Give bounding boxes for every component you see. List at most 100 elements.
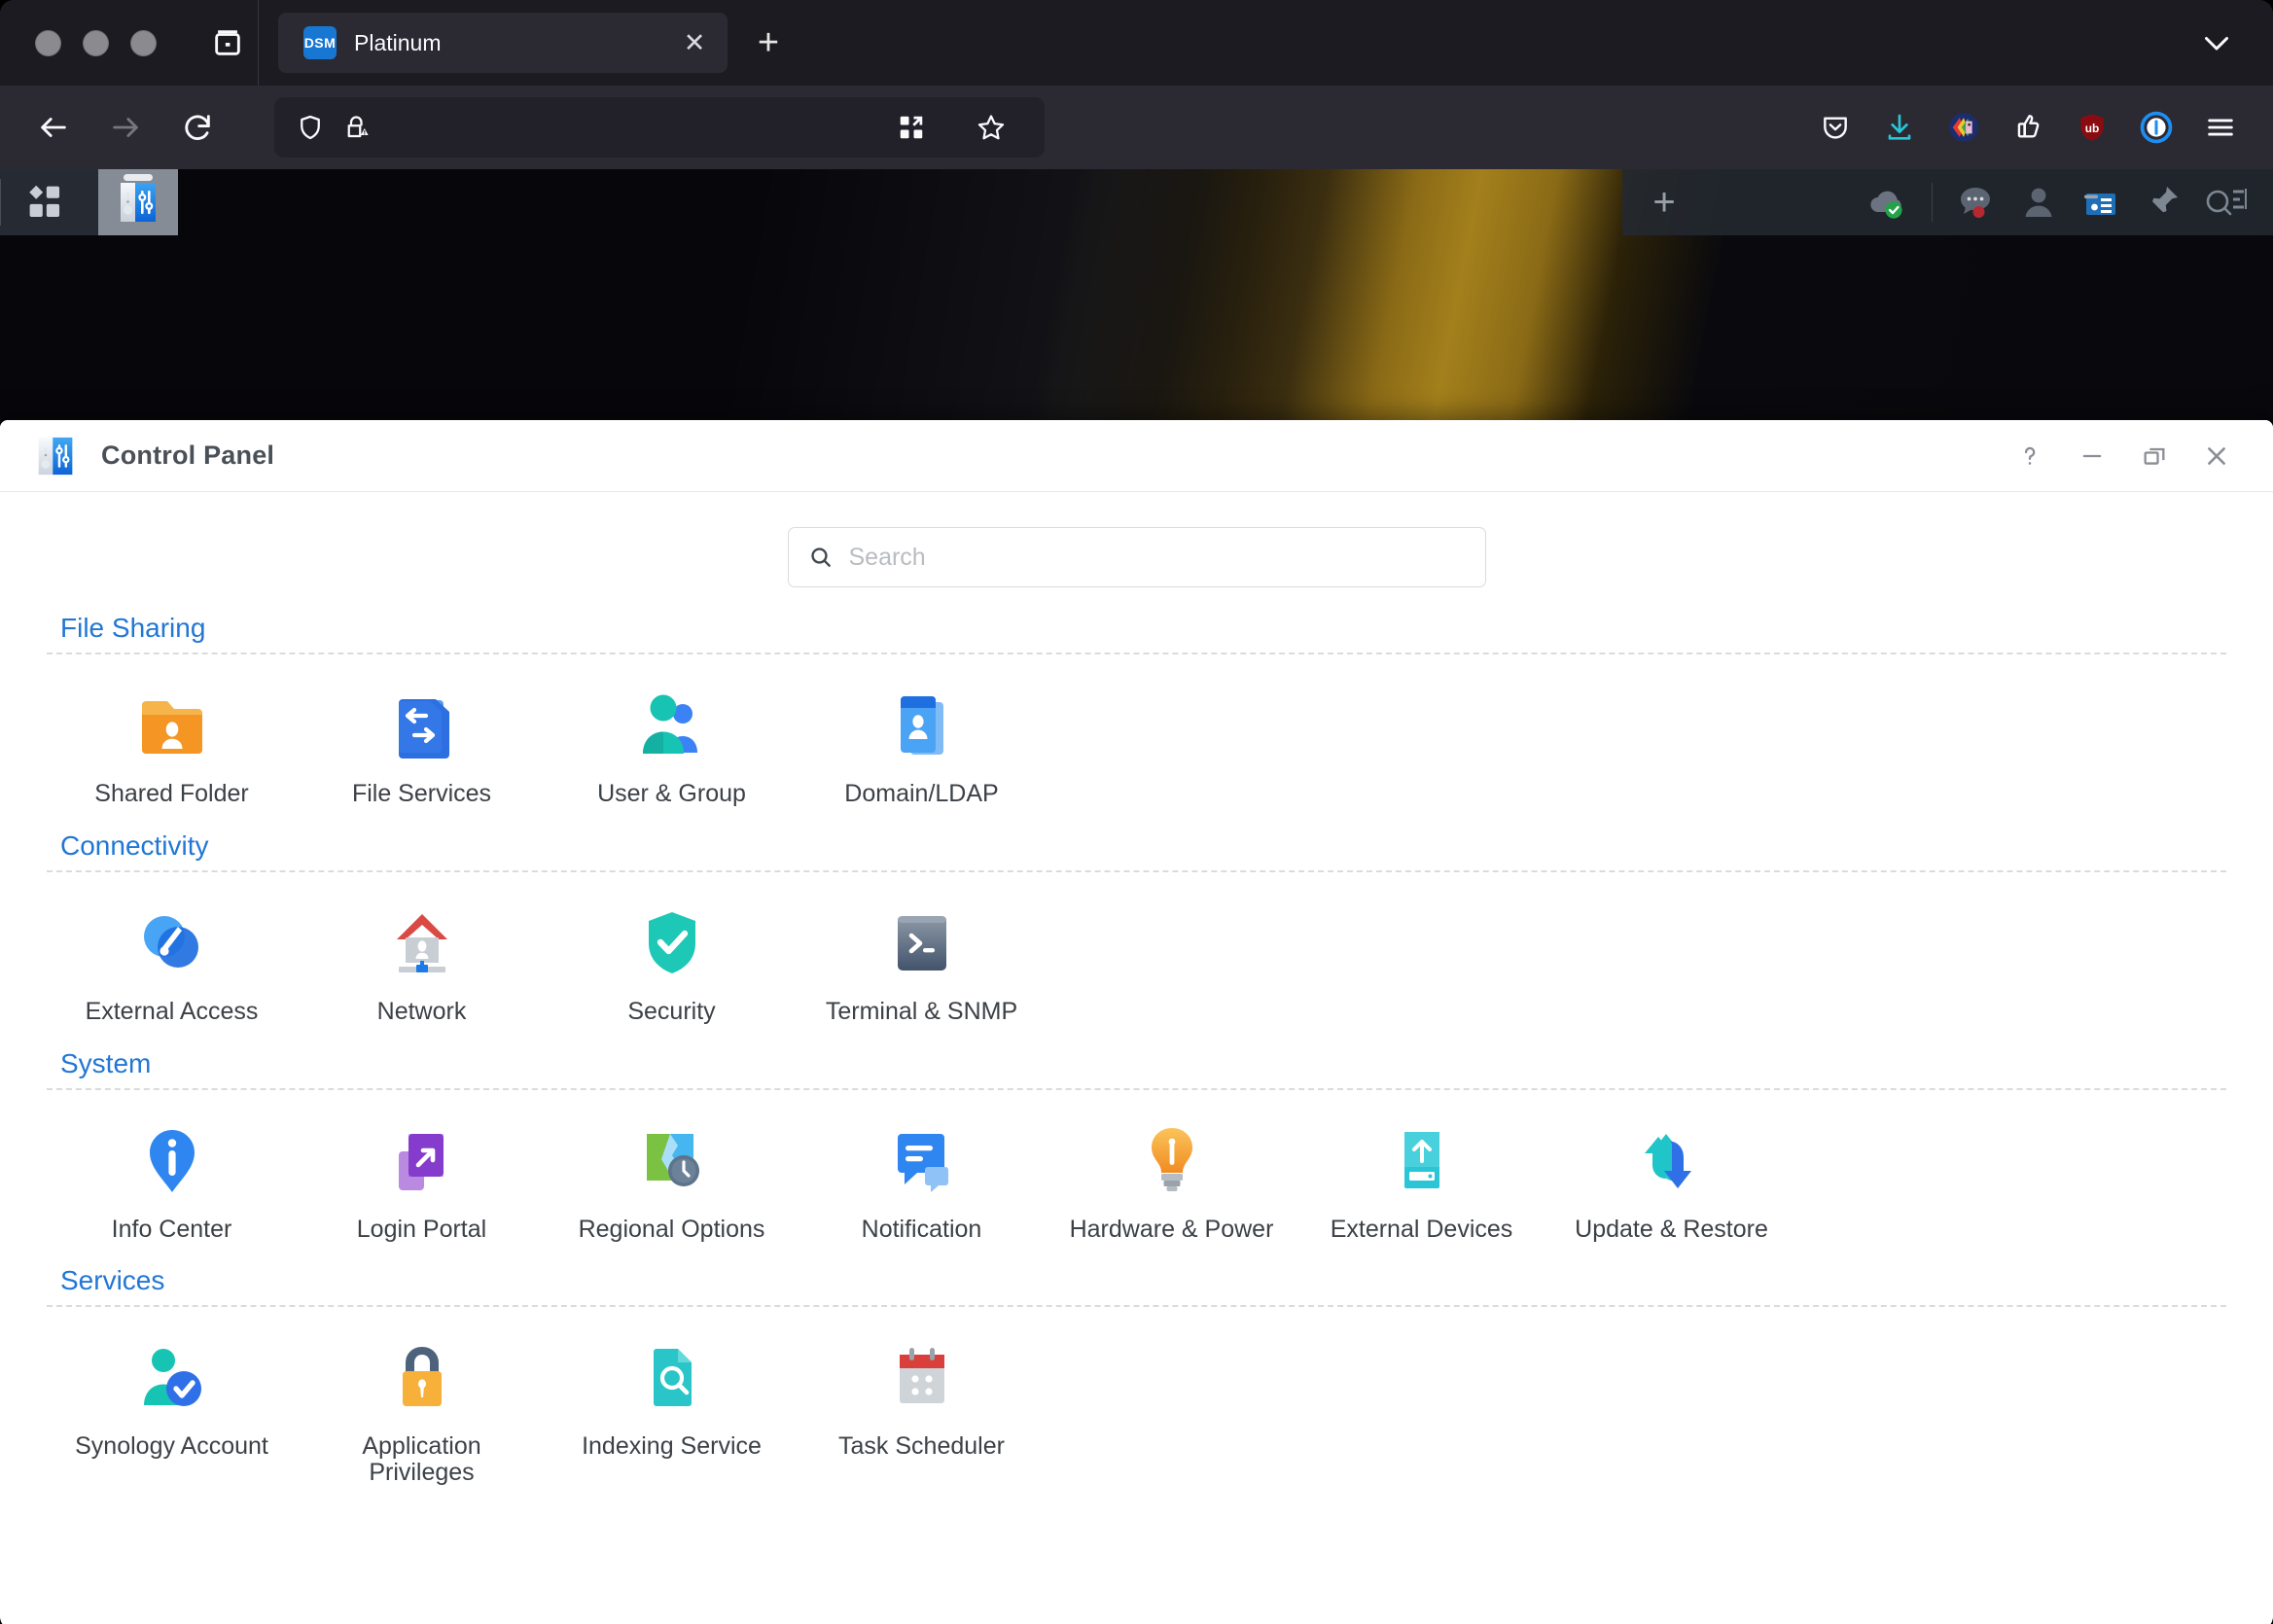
control-panel-icon (35, 436, 76, 477)
zoom-window-button[interactable] (130, 30, 157, 56)
control-panel-body: File Sharing Shared Folder File Services… (0, 492, 2273, 1624)
cp-tile-label: Synology Account (75, 1433, 268, 1460)
star-icon[interactable] (963, 99, 1019, 156)
cp-tile-synology-account[interactable]: Synology Account (47, 1321, 297, 1496)
cp-tile-label: Indexing Service (582, 1433, 762, 1460)
chevron-down-icon[interactable] (2185, 12, 2248, 74)
cp-tile-security[interactable]: Security (547, 886, 797, 1035)
help-button[interactable] (1999, 429, 2061, 483)
user-account-icon[interactable] (2012, 176, 2065, 229)
control-panel-sections: File Sharing Shared Folder File Services… (47, 613, 2226, 1496)
ublock-origin-icon[interactable]: ub (2065, 100, 2119, 155)
dsm-taskbar-left (0, 169, 178, 235)
search-widget-icon[interactable] (2199, 176, 2252, 229)
search-row (47, 492, 2226, 609)
reload-icon[interactable] (169, 99, 226, 156)
cp-tile-label: Domain/LDAP (844, 781, 998, 807)
cp-tile-user-group[interactable]: User & Group (547, 668, 797, 817)
dsm-taskbar-right: + (1622, 169, 2273, 235)
cp-tile-indexing-service[interactable]: Indexing Service (547, 1321, 797, 1496)
minimize-button[interactable] (2061, 429, 2123, 483)
browser-tab[interactable]: DSM Platinum ✕ (278, 13, 728, 73)
cp-tile-external-access[interactable]: External Access (47, 886, 297, 1035)
minimize-window-button[interactable] (83, 30, 109, 56)
cp-tile-login-portal[interactable]: Login Portal (297, 1104, 547, 1253)
cp-tile-label: Shared Folder (94, 781, 248, 807)
security-shield-icon (630, 901, 714, 985)
cp-tile-label: Security (627, 999, 715, 1025)
cp-tile-label: Update & Restore (1575, 1217, 1768, 1243)
taskbar-add-icon[interactable]: + (1632, 183, 1696, 222)
cp-tile-label: Regional Options (579, 1217, 765, 1243)
cp-tile-update-restore[interactable]: Update & Restore (1546, 1104, 1796, 1253)
cp-tile-label: External Devices (1331, 1217, 1513, 1243)
search-input[interactable] (849, 544, 1466, 572)
regional-options-icon (630, 1119, 714, 1203)
cp-tile-external-devices[interactable]: External Devices (1296, 1104, 1546, 1253)
privacy-badger-icon[interactable] (2129, 100, 2184, 155)
dsm-taskbar: + (0, 169, 2273, 235)
url-bar[interactable] (274, 97, 1045, 158)
lock-warning-icon[interactable] (342, 113, 372, 142)
cp-tile-info-center[interactable]: Info Center (47, 1104, 297, 1253)
forward-arrow-icon[interactable] (97, 99, 154, 156)
cp-tile-shared-folder[interactable]: Shared Folder (47, 668, 297, 817)
tabstrip-divider (258, 0, 259, 86)
close-button[interactable] (2185, 429, 2248, 483)
cp-tile-regional-options[interactable]: Regional Options (547, 1104, 797, 1253)
cp-tile-file-services[interactable]: File Services (297, 668, 547, 817)
app-menu-icon[interactable] (2193, 100, 2248, 155)
pocket-icon[interactable] (1808, 100, 1863, 155)
cp-tile-domain-ldap[interactable]: Domain/LDAP (797, 668, 1047, 817)
pin-icon[interactable] (2137, 176, 2189, 229)
cp-tile-notification[interactable]: Notification (797, 1104, 1047, 1253)
cp-tile-terminal-snmp[interactable]: Terminal & SNMP (797, 886, 1047, 1035)
section-divider (47, 653, 2226, 654)
shared-folder-icon (130, 684, 214, 767)
extensions-grid-icon[interactable] (883, 99, 940, 156)
application-privileges-icon (380, 1336, 464, 1420)
tab-title: Platinum (354, 30, 675, 56)
svg-text:ub: ub (2085, 122, 2100, 135)
cp-tile-network[interactable]: Network (297, 886, 547, 1035)
cp-tile-label: User & Group (597, 781, 746, 807)
chat-notification-icon[interactable] (1950, 176, 2003, 229)
url-input[interactable] (372, 114, 875, 141)
colorful-extension-icon[interactable] (1936, 100, 1991, 155)
grid-apps-icon[interactable] (1, 169, 89, 235)
cloud-sync-ok-icon[interactable] (1862, 176, 1914, 229)
section-tile-grid: Info Center Login Portal Regional Option… (47, 1104, 2226, 1253)
new-tab-button[interactable]: + (743, 18, 794, 68)
section-tile-grid: Shared Folder File Services User & Group… (47, 668, 2226, 817)
downloads-icon[interactable] (1872, 100, 1927, 155)
cp-tile-label: Terminal & SNMP (826, 999, 1017, 1025)
taskbar-app-control-panel[interactable] (98, 169, 178, 235)
file-services-icon (380, 684, 464, 767)
task-scheduler-icon (880, 1336, 964, 1420)
section-heading: Services (47, 1265, 2226, 1305)
maximize-button[interactable] (2123, 429, 2185, 483)
tab-close-icon[interactable]: ✕ (675, 23, 714, 62)
browser-window: DSM Platinum ✕ + (0, 0, 2273, 1624)
search-box[interactable] (788, 527, 1486, 587)
cp-tile-hardware-power[interactable]: Hardware & Power (1047, 1104, 1296, 1253)
external-devices-icon (1380, 1119, 1464, 1203)
hardware-power-icon (1130, 1119, 1214, 1203)
control-panel-titlebar: Control Panel (0, 420, 2273, 492)
shield-icon[interactable] (296, 113, 325, 142)
notification-board-icon[interactable] (2075, 176, 2127, 229)
section-services: Services Synology Account Application Pr… (47, 1265, 2226, 1496)
url-bar-actions (875, 99, 1027, 156)
cp-tile-task-scheduler[interactable]: Task Scheduler (797, 1321, 1047, 1496)
back-arrow-icon[interactable] (25, 99, 82, 156)
close-window-button[interactable] (35, 30, 61, 56)
section-heading: System (47, 1048, 2226, 1088)
thumb-extension-icon[interactable] (2001, 100, 2055, 155)
library-icon[interactable] (197, 13, 258, 73)
browser-tab-strip: DSM Platinum ✕ + (0, 0, 2273, 86)
cp-tile-application-privileges[interactable]: Application Privileges (297, 1321, 547, 1496)
section-divider (47, 870, 2226, 872)
dsm-taskbar-middle (178, 169, 1622, 235)
cp-tile-label: Notification (862, 1217, 982, 1243)
section-tile-grid: External Access Network Security Termina… (47, 886, 2226, 1035)
